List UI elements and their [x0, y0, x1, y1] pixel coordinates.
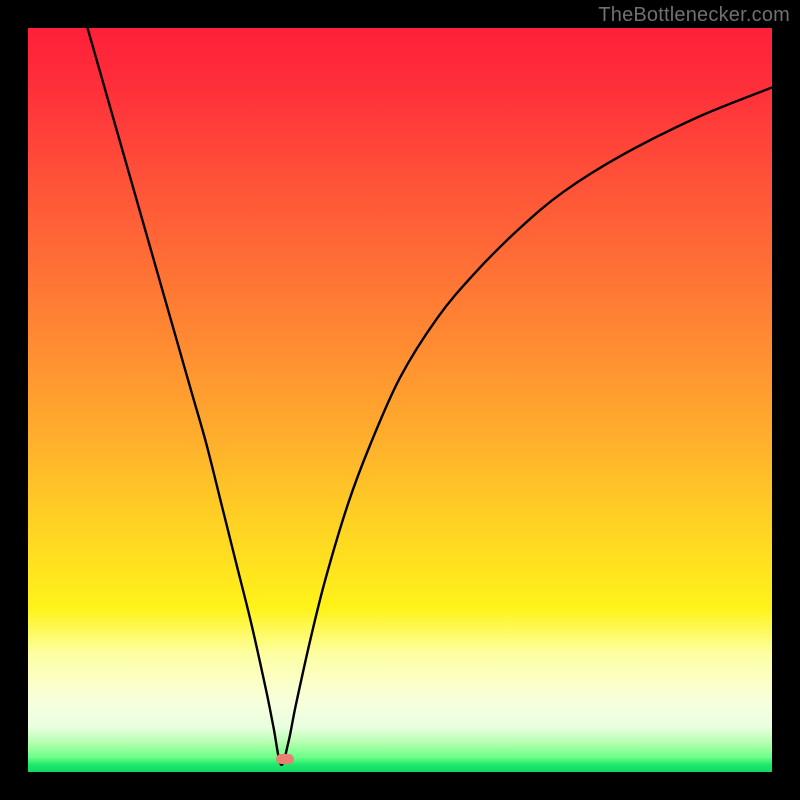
bottleneck-curve	[88, 28, 772, 765]
credit-label: TheBottlenecker.com	[598, 4, 790, 27]
notch-marker	[276, 754, 294, 764]
chart-frame: TheBottlenecker.com	[0, 0, 800, 800]
plot-area	[28, 28, 772, 772]
curve-svg	[28, 28, 772, 772]
